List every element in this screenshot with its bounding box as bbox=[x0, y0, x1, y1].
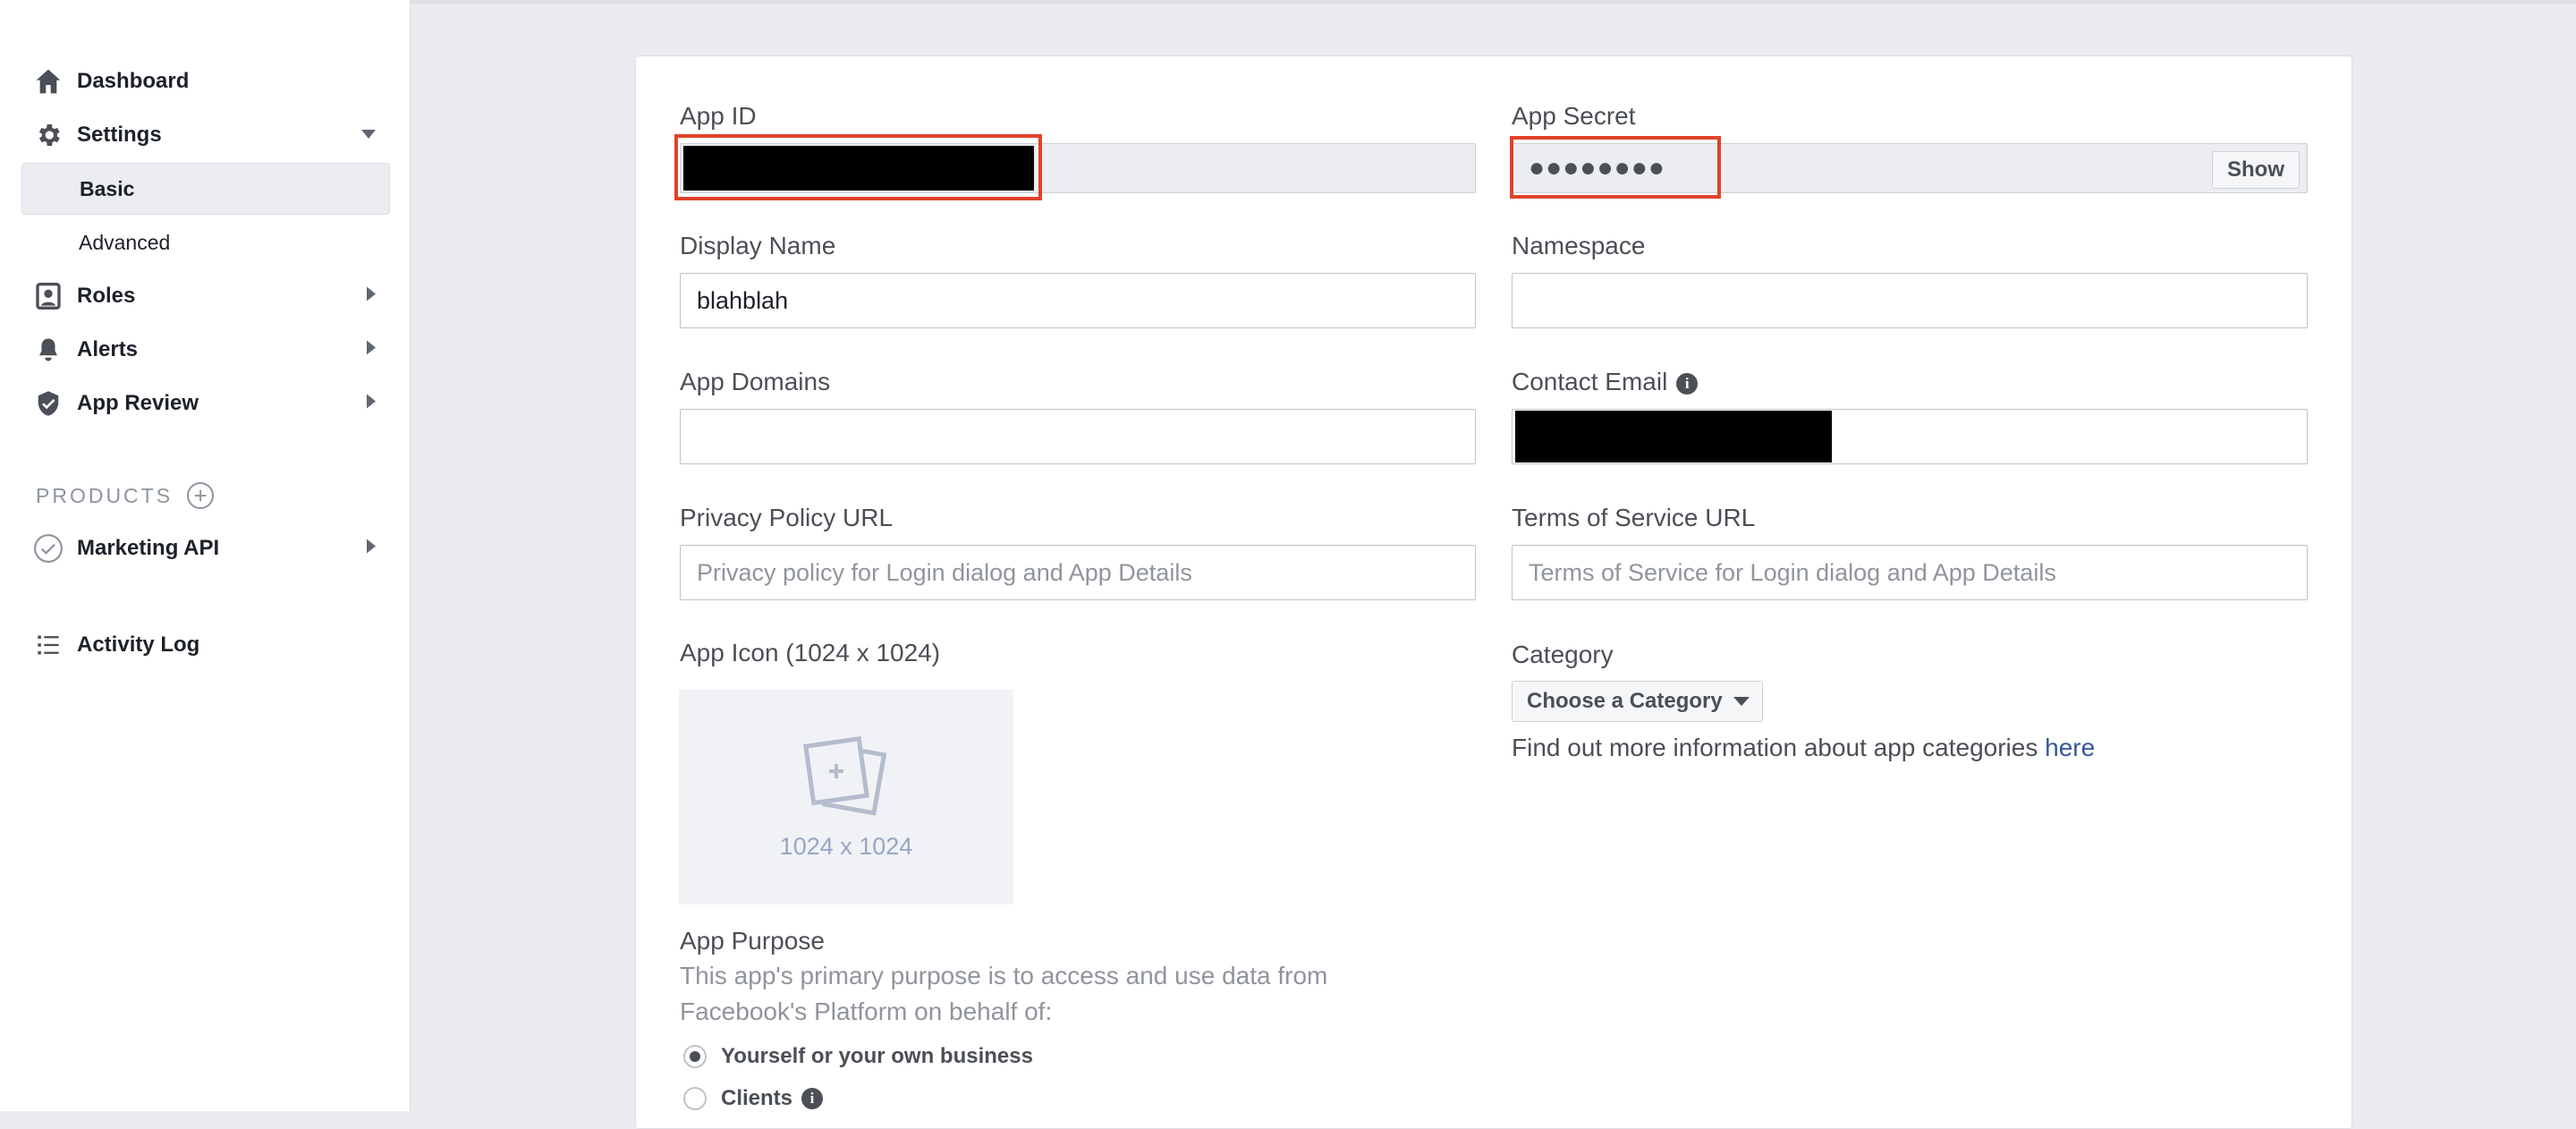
sidebar-item-settings[interactable]: Settings bbox=[21, 109, 390, 161]
sidebar-item-label: Activity Log bbox=[77, 632, 200, 657]
display-name-label: Display Name bbox=[680, 232, 836, 259]
home-icon bbox=[30, 64, 66, 99]
info-icon[interactable]: i bbox=[1676, 372, 1699, 395]
category-dropdown-label: Choose a Category bbox=[1527, 689, 1723, 713]
sidebar-item-label: Advanced bbox=[79, 230, 171, 254]
info-icon[interactable]: i bbox=[801, 1088, 824, 1109]
caret-right-icon bbox=[367, 286, 376, 306]
tos-label: Terms of Service URL bbox=[1512, 504, 1756, 531]
sidebar-item-advanced[interactable]: Advanced bbox=[21, 216, 390, 268]
purpose-option-label: Clients bbox=[721, 1086, 793, 1110]
contact-email-redaction bbox=[1515, 411, 1832, 463]
app-purpose-label: App Purpose bbox=[680, 927, 825, 955]
caret-right-icon bbox=[367, 340, 376, 360]
contact-email-label-text: Contact Email bbox=[1512, 368, 1668, 395]
app-purpose-description-line-1: This app's primary purpose is to access … bbox=[680, 962, 1328, 989]
app-id-highlight bbox=[674, 134, 1042, 200]
app-icon-label: App Icon (1024 x 1024) bbox=[680, 639, 941, 666]
display-name-input[interactable]: blahblah bbox=[680, 273, 1476, 328]
privacy-policy-label: Privacy Policy URL bbox=[680, 504, 894, 531]
app-domains-label: App Domains bbox=[680, 368, 831, 395]
list-icon bbox=[30, 627, 66, 663]
sidebar-item-marketing-api[interactable]: Marketing API bbox=[21, 522, 390, 574]
app-secret-label: App Secret bbox=[1512, 102, 1636, 130]
sidebar-item-label: Roles bbox=[77, 284, 136, 308]
app-secret-highlight bbox=[1510, 136, 1721, 199]
purpose-option-clients[interactable]: Clients i bbox=[683, 1086, 824, 1111]
contact-email-label: Contact Email i bbox=[1512, 368, 1699, 396]
sidebar-item-roles[interactable]: Roles bbox=[21, 270, 390, 322]
category-help-text: Find out more information about app cate… bbox=[1512, 734, 2046, 761]
sidebar-item-label: Basic bbox=[80, 176, 135, 200]
shield-check-icon bbox=[30, 386, 66, 421]
purpose-option-yourself[interactable]: Yourself or your own business bbox=[683, 1044, 1033, 1069]
sidebar-item-label: Settings bbox=[77, 123, 162, 147]
sidebar-item-label: Marketing API bbox=[77, 536, 220, 560]
app-icon-upload[interactable]: 1024 x 1024 bbox=[679, 690, 1013, 904]
image-upload-icon bbox=[797, 734, 895, 824]
sidebar-item-basic[interactable]: Basic bbox=[21, 163, 390, 215]
category-help: Find out more information about app cate… bbox=[1512, 734, 2095, 762]
tos-input[interactable]: Terms of Service for Login dialog and Ap… bbox=[1512, 545, 2308, 600]
sidebar-item-dashboard[interactable]: Dashboard bbox=[21, 55, 390, 107]
gear-icon bbox=[30, 117, 66, 153]
sidebar-item-app-review[interactable]: App Review bbox=[21, 378, 390, 429]
sidebar-item-activity-log[interactable]: Activity Log bbox=[21, 619, 390, 671]
radio-unselected[interactable] bbox=[683, 1087, 707, 1110]
products-label: PRODUCTS bbox=[36, 483, 174, 507]
namespace-input[interactable] bbox=[1512, 273, 2308, 328]
sidebar: Dashboard Settings Basic Advanced Roles … bbox=[0, 0, 411, 1111]
roles-icon bbox=[30, 278, 66, 314]
privacy-policy-input[interactable]: Privacy policy for Login dialog and App … bbox=[680, 545, 1476, 600]
show-secret-button[interactable]: Show bbox=[2212, 151, 2300, 189]
caret-right-icon bbox=[367, 394, 376, 413]
caret-right-icon bbox=[367, 539, 376, 558]
caret-down-icon bbox=[361, 127, 376, 143]
category-dropdown[interactable]: Choose a Category bbox=[1512, 681, 1763, 722]
app-id-label: App ID bbox=[680, 102, 757, 130]
category-help-link[interactable]: here bbox=[2045, 734, 2095, 761]
sidebar-item-label: Dashboard bbox=[77, 69, 190, 93]
sidebar-item-label: App Review bbox=[77, 391, 199, 415]
app-purpose-description-line-2: Facebook's Platform on behalf of: bbox=[680, 997, 1053, 1025]
app-domains-input[interactable] bbox=[680, 409, 1476, 464]
sidebar-item-alerts[interactable]: Alerts bbox=[21, 324, 390, 376]
bell-icon bbox=[30, 332, 66, 368]
products-header: PRODUCTS + bbox=[36, 480, 215, 512]
app-icon-caption: 1024 x 1024 bbox=[779, 833, 913, 860]
caret-down-icon bbox=[1733, 697, 1750, 706]
sidebar-item-label: Alerts bbox=[77, 337, 139, 361]
namespace-label: Namespace bbox=[1512, 232, 1646, 259]
category-label: Category bbox=[1512, 641, 1614, 668]
add-product-icon[interactable]: + bbox=[187, 482, 215, 509]
purpose-option-label: Yourself or your own business bbox=[721, 1044, 1033, 1068]
radio-selected[interactable] bbox=[683, 1045, 707, 1068]
check-circle-icon bbox=[30, 531, 66, 566]
